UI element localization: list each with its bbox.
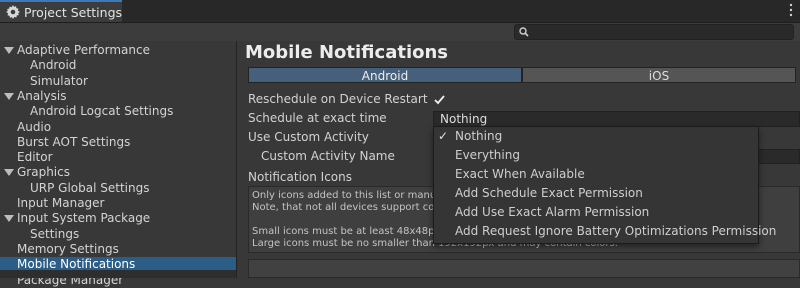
settings-sidebar: Adaptive Performance Android Simulator A… bbox=[0, 41, 236, 287]
reschedule-checkbox[interactable] bbox=[433, 93, 446, 106]
checkmark-icon: ✓ bbox=[438, 129, 449, 143]
schedule-dropdown[interactable]: Nothing bbox=[433, 111, 800, 127]
dropdown-option-exact-when-available[interactable]: Exact When Available bbox=[434, 165, 758, 184]
expand-arrow-icon[interactable] bbox=[4, 92, 14, 100]
sidebar-item-editor[interactable]: Editor bbox=[0, 150, 236, 165]
sidebar-item-settings[interactable]: Settings bbox=[0, 227, 236, 242]
page-title: Mobile Notifications bbox=[245, 42, 449, 63]
sidebar-scrollbar[interactable] bbox=[0, 270, 236, 278]
tab-title: Project Settings bbox=[24, 4, 123, 20]
custom-activity-name-label: Custom Activity Name bbox=[261, 149, 395, 163]
use-custom-activity-label: Use Custom Activity bbox=[248, 130, 369, 144]
sidebar-item-analysis[interactable]: Analysis bbox=[0, 89, 236, 104]
kebab-menu-icon[interactable] bbox=[788, 3, 794, 17]
sidebar-item-android[interactable]: Android bbox=[0, 58, 236, 73]
search-icon bbox=[519, 27, 529, 37]
expand-arrow-icon[interactable] bbox=[4, 169, 14, 177]
search-input[interactable] bbox=[514, 24, 794, 40]
dropdown-option-add-schedule-exact-permission[interactable]: Add Schedule Exact Permission bbox=[434, 184, 758, 203]
dropdown-option-nothing[interactable]: ✓ Nothing bbox=[434, 127, 758, 146]
reschedule-label: Reschedule on Device Restart bbox=[248, 92, 428, 106]
dropdown-option-everything[interactable]: Everything bbox=[434, 146, 758, 165]
schedule-label: Schedule at exact time bbox=[248, 111, 387, 125]
sidebar-item-simulator[interactable]: Simulator bbox=[0, 74, 236, 89]
sidebar-item-audio[interactable]: Audio bbox=[0, 120, 236, 135]
sidebar-item-graphics[interactable]: Graphics bbox=[0, 165, 236, 180]
schedule-dropdown-menu: ✓ Nothing Everything Exact When Availabl… bbox=[433, 126, 776, 244]
sidebar-item-adaptive-performance[interactable]: Adaptive Performance bbox=[0, 43, 236, 58]
dropdown-option-add-request-ignore-battery[interactable]: Add Request Ignore Battery Optimizations… bbox=[434, 222, 776, 241]
sidebar-item-memory-settings[interactable]: Memory Settings bbox=[0, 242, 236, 257]
expand-arrow-icon[interactable] bbox=[4, 215, 14, 223]
sidebar-item-input-manager[interactable]: Input Manager bbox=[0, 196, 236, 211]
notification-icons-label: Notification Icons bbox=[248, 170, 353, 184]
sidebar-item-android-logcat-settings[interactable]: Android Logcat Settings bbox=[0, 104, 236, 119]
sidebar-item-burst-aot-settings[interactable]: Burst AOT Settings bbox=[0, 135, 236, 150]
expand-arrow-icon[interactable] bbox=[4, 47, 14, 54]
tab-ios[interactable]: iOS bbox=[522, 67, 796, 83]
platform-tabs: Android iOS bbox=[248, 67, 796, 83]
tab-android[interactable]: Android bbox=[248, 67, 522, 83]
project-settings-tab[interactable]: Project Settings bbox=[0, 0, 122, 22]
window-tab-bar: Project Settings bbox=[0, 0, 800, 22]
dropdown-option-add-use-exact-alarm-permission[interactable]: Add Use Exact Alarm Permission bbox=[434, 203, 758, 222]
notification-icons-list[interactable] bbox=[248, 259, 800, 278]
gear-icon bbox=[6, 5, 20, 19]
sidebar-item-input-system-package[interactable]: Input System Package bbox=[0, 211, 236, 226]
search-row bbox=[0, 23, 800, 41]
sidebar-item-urp-global-settings[interactable]: URP Global Settings bbox=[0, 181, 236, 196]
